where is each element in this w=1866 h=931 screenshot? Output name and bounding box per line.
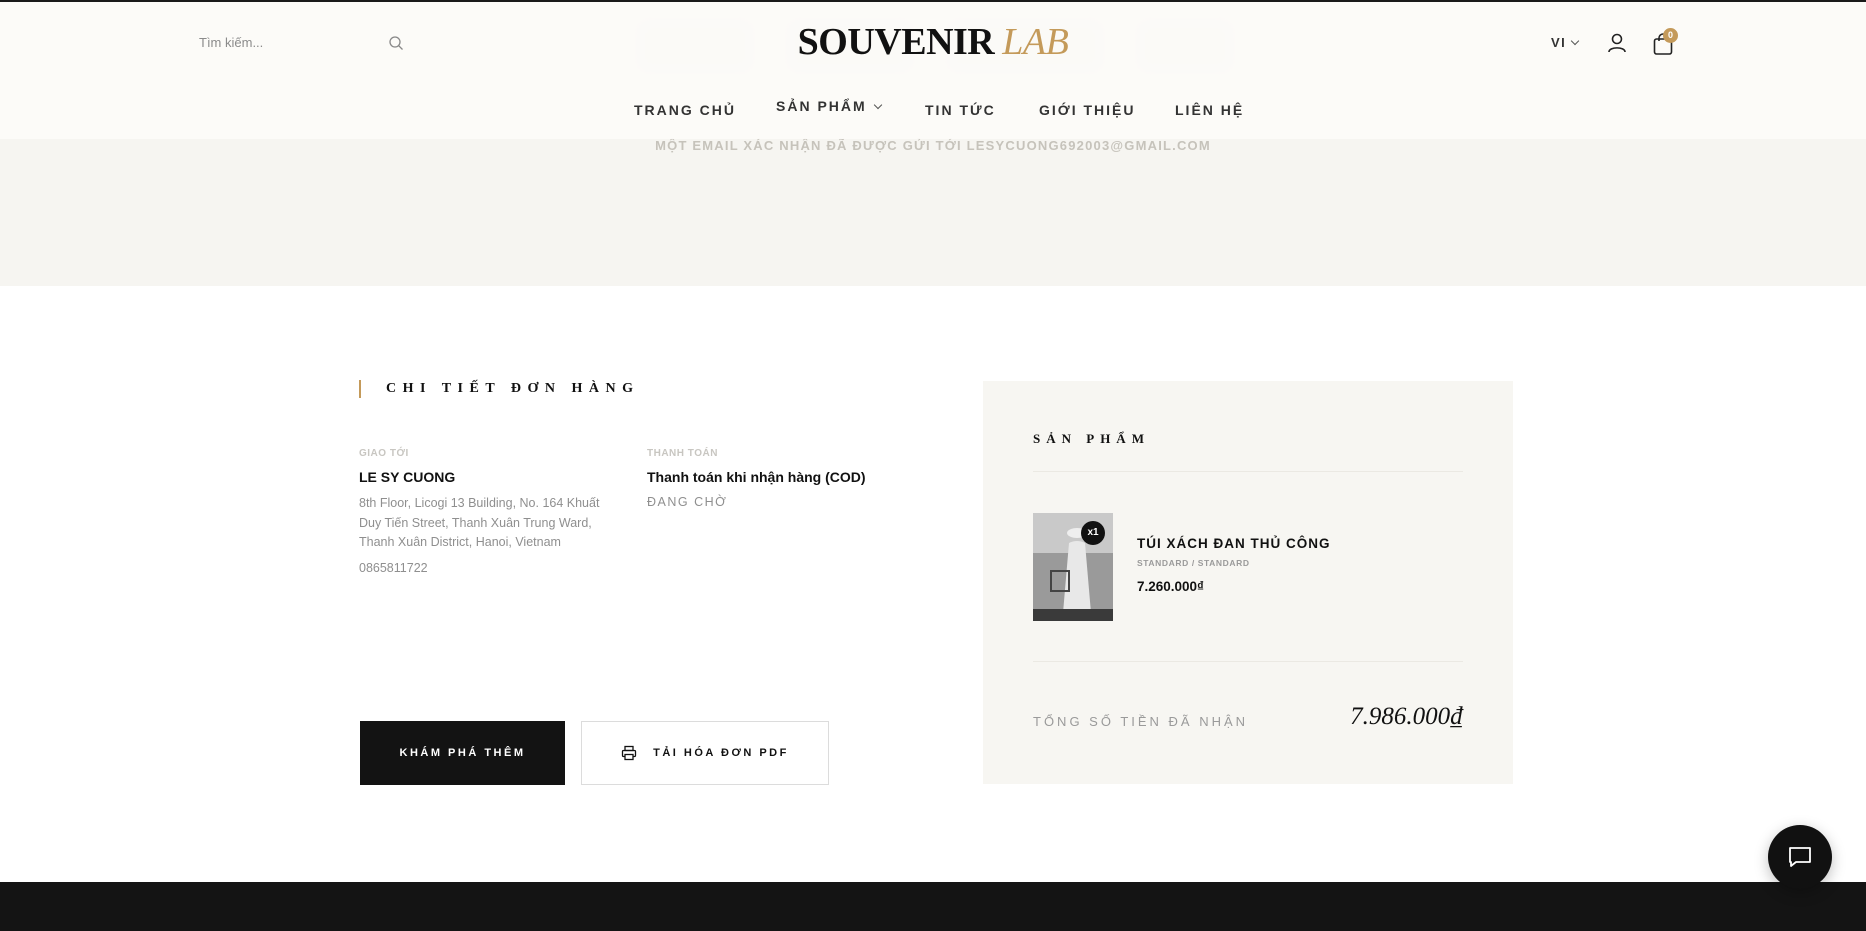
nav-item-news[interactable]: TIN TỨC bbox=[925, 102, 996, 118]
recipient-phone: 0865811722 bbox=[359, 560, 428, 575]
shipping-address: 8th Floor, Licogi 13 Building, No. 164 K… bbox=[359, 496, 600, 549]
explore-more-button[interactable]: KHÁM PHÁ THÊM bbox=[360, 721, 565, 785]
logo-accent: LAB bbox=[1002, 21, 1069, 63]
chat-bubble-icon bbox=[1789, 847, 1811, 867]
language-label: VI bbox=[1551, 35, 1567, 50]
nav-item-home[interactable]: TRANG CHỦ bbox=[634, 102, 736, 118]
nav-item-contact[interactable]: LIÊN HỆ bbox=[1175, 102, 1244, 118]
chat-button[interactable] bbox=[1768, 825, 1832, 889]
download-invoice-label: TẢI HÓA ĐƠN PDF bbox=[653, 747, 789, 759]
total-value: 7.986.000₫ bbox=[1350, 703, 1463, 730]
payment-status: ĐANG CHỜ bbox=[647, 495, 728, 509]
language-selector[interactable]: VI bbox=[1551, 35, 1580, 50]
logo-wordmark: SOUVENIR bbox=[797, 21, 995, 63]
shipping-info: GIAO TỚI LE SY CUONG 8th Floor, Licogi 1… bbox=[359, 448, 604, 575]
divider bbox=[1033, 661, 1463, 662]
nav-item-products[interactable]: SẢN PHẨM bbox=[776, 98, 882, 114]
product-variant: STANDARD / STANDARD bbox=[1137, 558, 1250, 568]
site-header: Tìm kiếm... SOUVENIR LAB VI 0 TRANG CHỦ S… bbox=[0, 2, 1866, 139]
summary-title: SẢN PHẨM bbox=[1033, 431, 1150, 446]
product-name: TÚI XÁCH ĐAN THỦ CÔNG bbox=[1137, 536, 1331, 551]
chevron-down-icon bbox=[873, 100, 882, 110]
recipient-name: LE SY CUONG bbox=[359, 469, 456, 485]
payment-info: THANH TOÁN Thanh toán khi nhận hàng (COD… bbox=[647, 448, 866, 509]
chevron-down-icon bbox=[1571, 36, 1580, 46]
nav-item-about[interactable]: GIỚI THIỆU bbox=[1039, 102, 1136, 118]
order-details-heading: CHI TIẾT ĐƠN HÀNG bbox=[359, 380, 640, 398]
cart-count-badge: 0 bbox=[1663, 28, 1678, 43]
printer-icon bbox=[621, 745, 637, 761]
total-label: TỔNG SỐ TIỀN ĐÃ NHẬN bbox=[1033, 714, 1249, 729]
window-top-border bbox=[0, 0, 1866, 2]
site-logo[interactable]: SOUVENIR LAB bbox=[0, 20, 1866, 64]
user-account-icon[interactable] bbox=[1607, 32, 1627, 54]
payment-method: Thanh toán khi nhận hàng (COD) bbox=[647, 469, 866, 485]
main-navigation: TRANG CHỦ SẢN PHẨM TIN TỨC GIỚI THIỆU LI… bbox=[0, 98, 1866, 126]
download-invoice-button[interactable]: TẢI HÓA ĐƠN PDF bbox=[581, 721, 829, 785]
divider bbox=[1033, 471, 1463, 472]
confirmation-email-notice: MỘT EMAIL XÁC NHẬN ĐÃ ĐƯỢC GỬI TỚI LESYC… bbox=[655, 138, 1211, 153]
order-summary-card: SẢN PHẨM TÚI XÁCH ĐAN THỦ CÔNG STANDARD … bbox=[983, 381, 1513, 784]
product-quantity-badge: x1 bbox=[1081, 521, 1105, 545]
nav-products-label: SẢN PHẨM bbox=[776, 98, 867, 114]
product-price: 7.260.000₫ bbox=[1137, 579, 1204, 594]
site-footer bbox=[0, 882, 1866, 931]
payment-label: THANH TOÁN bbox=[647, 448, 718, 459]
shipping-label: GIAO TỚI bbox=[359, 448, 409, 459]
